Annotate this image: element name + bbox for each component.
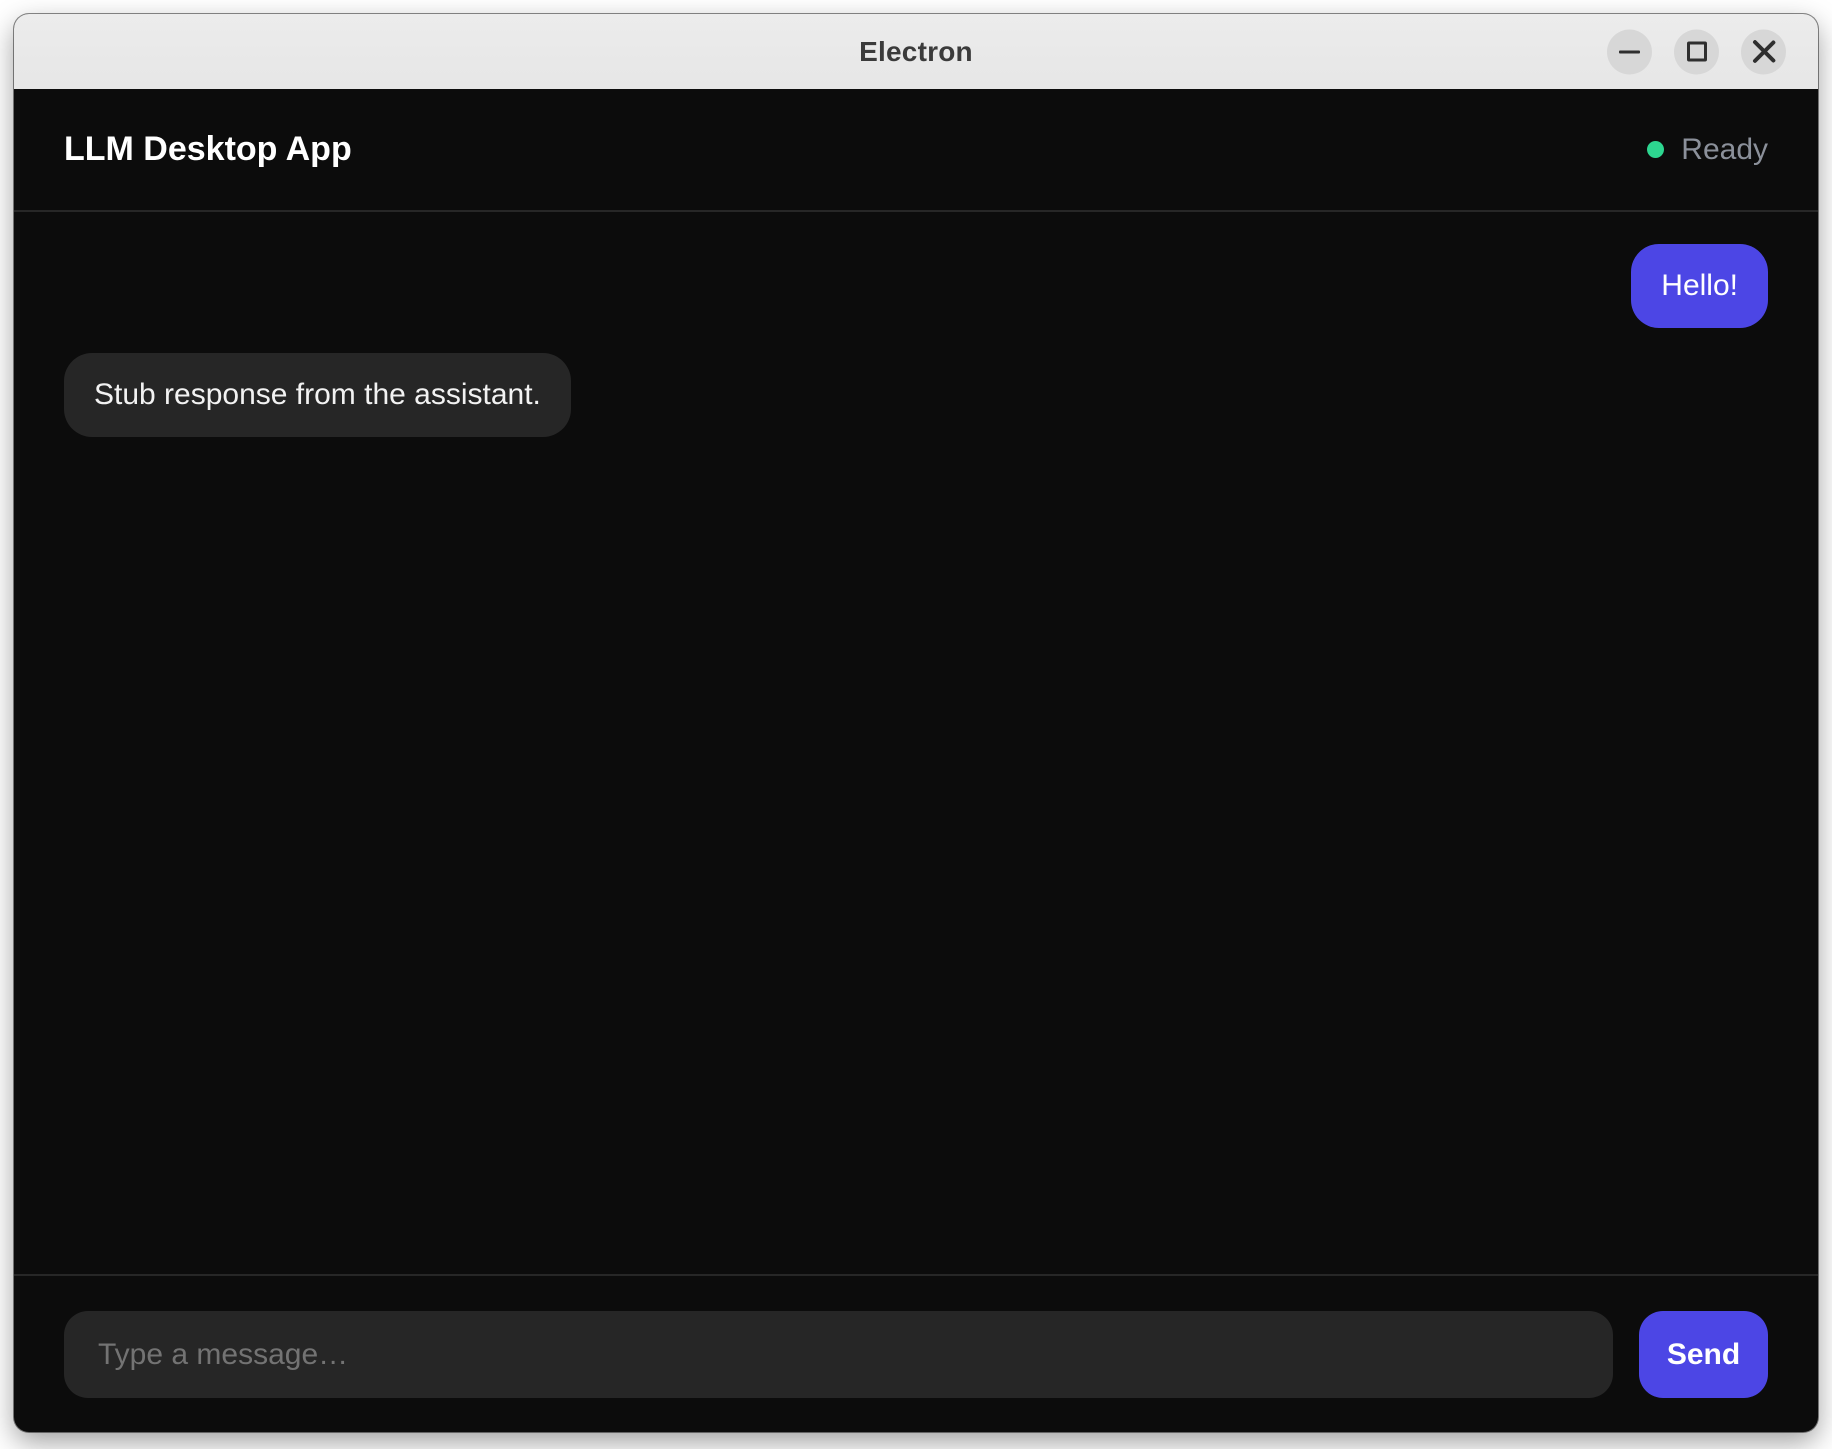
titlebar: Electron bbox=[14, 14, 1818, 89]
maximize-icon bbox=[1687, 42, 1707, 62]
status-indicator: Ready bbox=[1647, 133, 1768, 167]
close-icon bbox=[1751, 39, 1777, 65]
maximize-button[interactable] bbox=[1674, 29, 1719, 74]
window-title: Electron bbox=[859, 36, 973, 68]
page-title: LLM Desktop App bbox=[64, 130, 352, 169]
minimize-icon bbox=[1619, 50, 1640, 53]
minimize-button[interactable] bbox=[1607, 29, 1652, 74]
status-label: Ready bbox=[1681, 133, 1768, 167]
message-list: Hello! Stub response from the assistant. bbox=[14, 212, 1818, 1274]
window-controls bbox=[1607, 29, 1786, 74]
composer: Send bbox=[14, 1274, 1818, 1432]
app-header: LLM Desktop App Ready bbox=[14, 89, 1818, 212]
chat-bubble-assistant: Stub response from the assistant. bbox=[64, 353, 571, 437]
status-dot-icon bbox=[1647, 141, 1664, 158]
chat-bubble-user: Hello! bbox=[1631, 244, 1768, 328]
close-button[interactable] bbox=[1741, 29, 1786, 74]
app-window: Electron LLM Desktop App Ready Hello! St… bbox=[14, 14, 1818, 1432]
send-button[interactable]: Send bbox=[1639, 1311, 1768, 1398]
message-input[interactable] bbox=[64, 1311, 1613, 1398]
